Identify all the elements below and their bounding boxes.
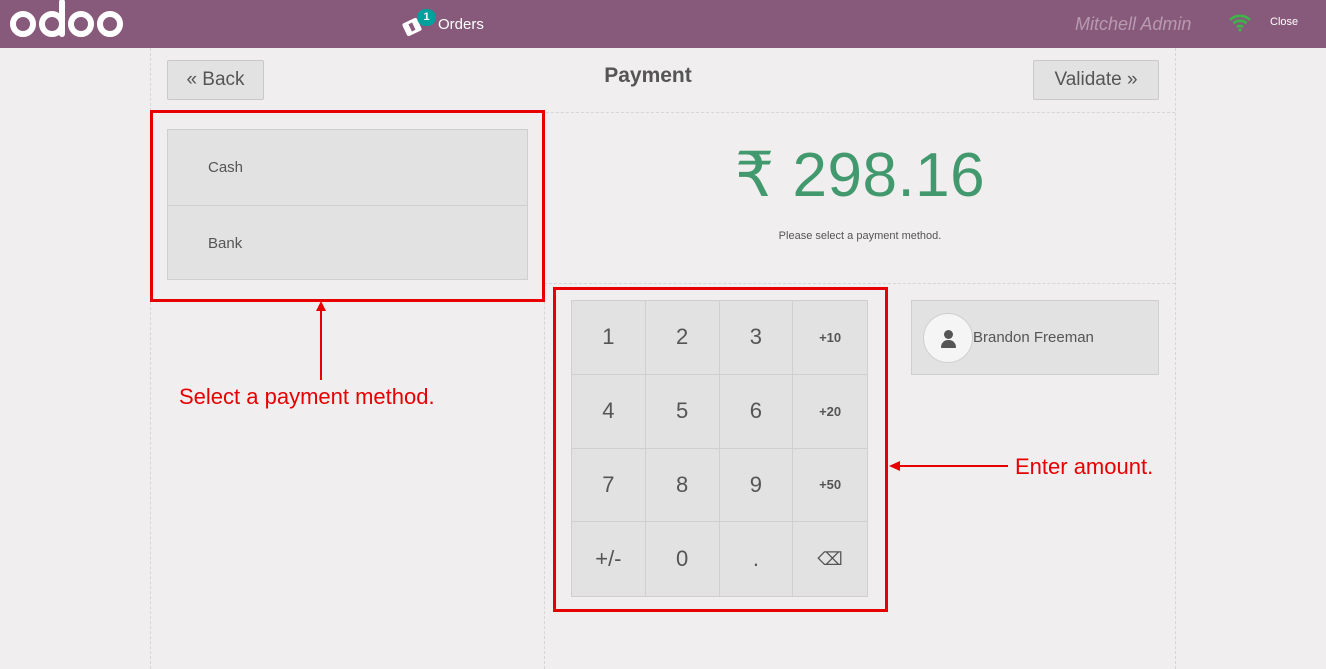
back-button[interactable]: « Back [167, 60, 264, 100]
total-amount: ₹ 298.16 [734, 141, 986, 210]
odoo-logo [10, 0, 123, 40]
page-title: Payment [604, 64, 692, 87]
orders-button[interactable]: 1 Orders [404, 8, 484, 40]
orders-count-badge: 1 [417, 9, 436, 26]
annotation-text-method: Select a payment method. [179, 384, 435, 409]
customer-name: Brandon Freeman [973, 329, 1094, 346]
user-name: Mitchell Admin [1075, 14, 1192, 34]
wifi-icon [1229, 14, 1251, 32]
summary-divider [544, 283, 1175, 284]
annotation-text-amount: Enter amount. [1015, 454, 1154, 479]
annotation-arrow-left [889, 461, 1008, 471]
close-button[interactable]: Close [1270, 16, 1298, 28]
annotation-arrow-up [316, 301, 326, 380]
customer-button[interactable]: Brandon Freeman [911, 300, 1159, 375]
annotation-box-payment-methods [150, 110, 545, 302]
validate-button[interactable]: Validate » [1033, 60, 1159, 100]
orders-label: Orders [438, 15, 484, 33]
payment-hint: Please select a payment method. [778, 230, 942, 242]
frame-divider-right [1175, 48, 1176, 669]
top-bar: 1 Orders Mitchell Admin Close [0, 0, 1326, 48]
user-icon [923, 312, 973, 363]
annotation-box-numpad [553, 287, 888, 612]
